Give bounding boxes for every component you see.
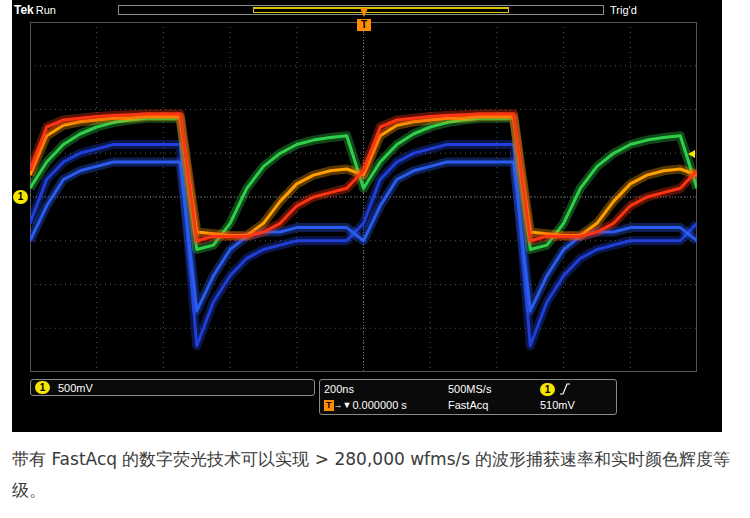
trigger-delay: T→▼0.000000 s: [324, 399, 448, 411]
waveform-trace: [30, 114, 697, 241]
acquisition-mode: FastAcq: [448, 399, 540, 411]
status-group: TekRun: [14, 3, 118, 17]
rising-edge-icon: [559, 383, 571, 395]
trigger-position-marker[interactable]: T: [357, 8, 371, 31]
trigger-source: 1: [540, 383, 571, 396]
grid-line: [30, 372, 697, 373]
trigger-marker: T: [357, 19, 371, 31]
delay-marker: T: [324, 400, 334, 411]
graticule-border: [31, 23, 697, 372]
scope-screen: TekRunTrig'dT11500mV200ns500MS/s1T→▼0.00…: [12, 0, 722, 432]
trigger-level-arrow-icon[interactable]: [688, 150, 695, 158]
horizontal-readout[interactable]: 200ns500MS/s1T→▼0.000000 sFastAcq510mV: [319, 379, 617, 415]
channel-ground-marker[interactable]: 1: [13, 190, 28, 204]
caption: 带有 FastAcq 的数字荧光技术可以实现 > 280,000 wfms/s …: [0, 432, 750, 506]
waveform-chart: [30, 22, 697, 372]
center-axis: [30, 197, 697, 198]
grid-line: [496, 22, 497, 372]
grid-line: [563, 22, 564, 372]
record-window: [253, 7, 509, 13]
trigger-arrow-icon: [360, 8, 368, 17]
readout-row: T→▼0.000000 sFastAcq510mV: [324, 397, 612, 413]
sample-rate: 500MS/s: [448, 383, 540, 395]
run-state: Run: [36, 4, 56, 16]
trigger-level: 510mV: [540, 399, 575, 411]
grid-line: [30, 197, 697, 198]
grid-line: [30, 153, 697, 154]
vertical-scale: 500mV: [58, 382, 93, 394]
trigger-state: Trig'd: [610, 4, 637, 16]
channel-badge: 1: [540, 383, 555, 396]
channel-readout[interactable]: 1 500mV: [30, 379, 315, 396]
channel-badge: 1: [35, 381, 50, 394]
page: TekRunTrig'dT11500mV200ns500MS/s1T→▼0.00…: [0, 0, 750, 518]
graticule: 1: [30, 22, 697, 372]
brand-label: Tek: [14, 3, 34, 17]
delay-arrow: →▼: [334, 400, 352, 410]
readout-row: 200ns500MS/s1: [324, 381, 612, 397]
grid-line: [30, 22, 697, 23]
timebase: 200ns: [324, 383, 448, 395]
grid-line: [30, 284, 697, 285]
grid-line: [30, 65, 697, 66]
grid-line: [163, 22, 164, 372]
readout-bar: 1500mV200ns500MS/s1T→▼0.000000 sFastAcq5…: [12, 379, 722, 415]
